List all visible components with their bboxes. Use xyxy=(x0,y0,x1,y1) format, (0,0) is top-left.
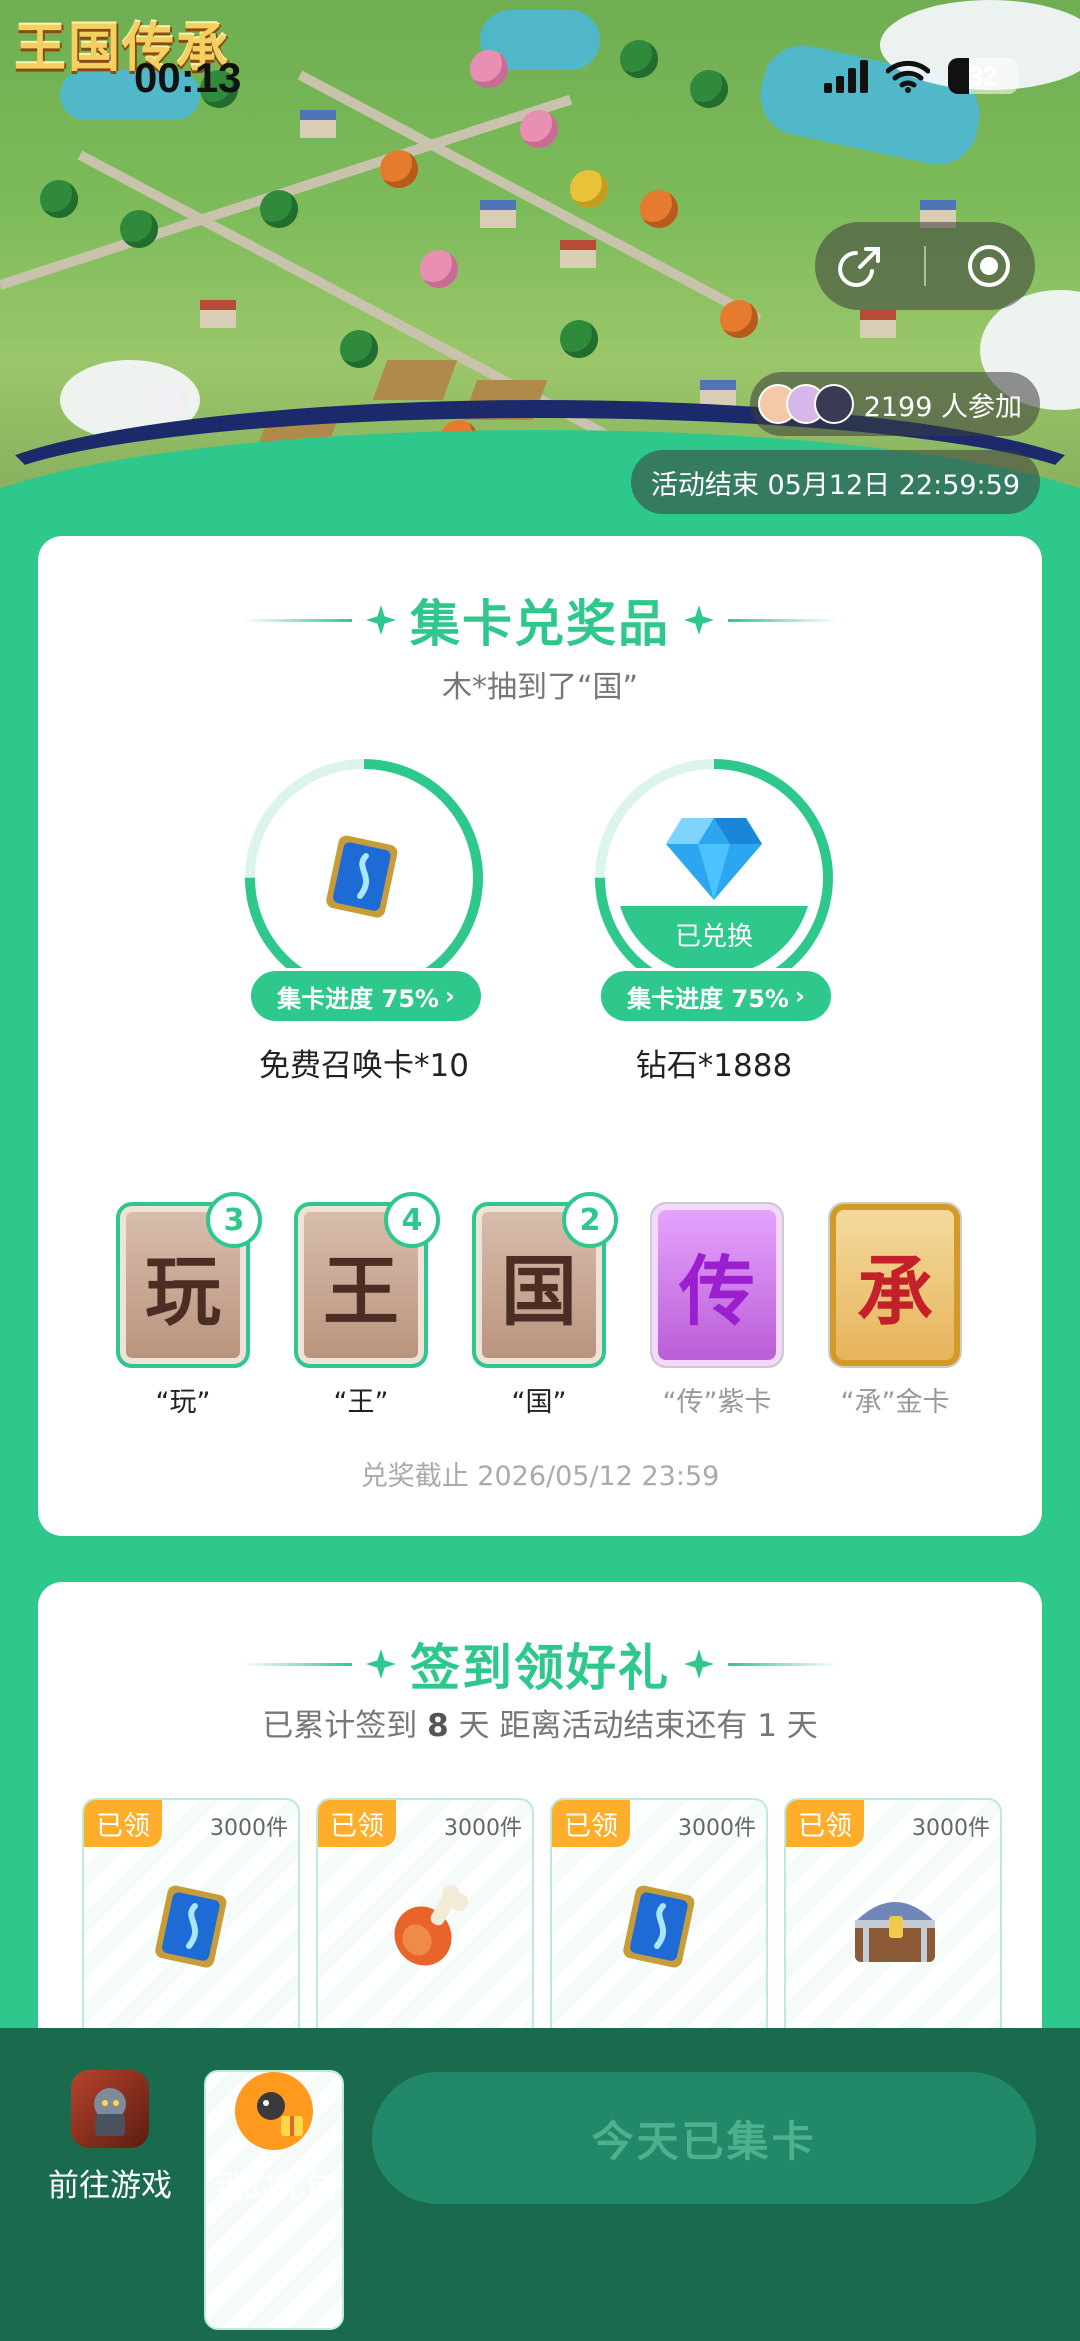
signal-icon xyxy=(824,59,868,93)
signin-gift-item[interactable]: 已领 3000件 xyxy=(82,1798,300,2058)
card-count-badge: 3 xyxy=(206,1192,262,1248)
letter-card-wan[interactable]: 玩 3 “玩” xyxy=(116,1192,262,1419)
letter-card-cheng[interactable]: 承 “承”金卡 xyxy=(828,1202,962,1419)
share-button[interactable] xyxy=(831,236,891,296)
signin-summary: 已累计签到 8 天 距离活动结束还有 1 天 xyxy=(0,1700,1080,1745)
collect-title: 集卡兑奖品 xyxy=(410,595,670,653)
my-gifts-button[interactable]: 我的礼包 xyxy=(204,2070,344,2330)
summon-card-icon xyxy=(326,835,398,918)
gift-quantity: 3000件 xyxy=(912,1816,990,1841)
collected-today-button[interactable]: 今天已集卡 xyxy=(372,2072,1036,2204)
prize-summon-card[interactable]: 集卡进度 75% › 免费召唤卡*10 xyxy=(234,758,494,1084)
summon-card-icon xyxy=(155,1885,227,1968)
collect-progress-button[interactable]: 集卡进度 75% › xyxy=(248,968,484,1024)
my-gifts-label: 我的礼包 xyxy=(212,2170,336,2206)
signin-gifts-row: 已领 3000件 已领 3000件 已领 3000件 已领 3000件 xyxy=(82,1798,1002,2058)
chevron-right-icon: › xyxy=(794,982,805,1010)
draw-ticker: 木*抽到了“国” xyxy=(441,670,639,705)
letter-card-wang[interactable]: 王 4 “王” xyxy=(294,1192,440,1419)
prize-name: 钻石*1888 xyxy=(635,1048,793,1084)
participants-count: 2199 人参加 xyxy=(863,391,1022,423)
battery-level: 32 xyxy=(968,60,998,91)
diamond-icon xyxy=(666,818,762,900)
signin-gift-item[interactable]: 已领 3000件 xyxy=(784,1798,1002,2058)
letter-cards-row: 玩 3 “玩” 王 4 “王” 国 2 “国” 传 “传”紫卡 承 “承”金卡 xyxy=(116,1192,962,1419)
close-miniapp-button[interactable] xyxy=(959,236,1019,296)
activity-end-time: 活动结束 05月12日 22:59:59 xyxy=(630,450,1040,514)
claimed-tag: 已领 xyxy=(84,1800,162,1847)
card-count-badge: 4 xyxy=(384,1192,440,1248)
sparkle-icon xyxy=(684,1649,714,1679)
wifi-icon xyxy=(886,60,930,93)
sparkle-icon xyxy=(366,1649,396,1679)
bottom-action-bar: 前往游戏 我的礼包 今天已集卡 xyxy=(0,2028,1080,2341)
signin-gift-item[interactable]: 已领 3000件 xyxy=(550,1798,768,2058)
claimed-tag: 已领 xyxy=(786,1800,864,1847)
go-to-game-button[interactable]: 前往游戏 xyxy=(40,2070,180,2205)
meat-icon xyxy=(394,1885,468,1966)
letter-label: “传”紫卡 xyxy=(662,1387,772,1418)
chevron-right-icon: › xyxy=(444,982,455,1010)
gift-quantity: 3000件 xyxy=(444,1816,522,1841)
letter-label: “国” xyxy=(511,1387,567,1418)
redeemed-overlay: 已兑换 xyxy=(616,906,812,976)
capsule-menu xyxy=(815,222,1035,310)
signin-suffix: 天 距离活动结束还有 1 天 xyxy=(458,1708,818,1744)
gift-bag-icon xyxy=(235,2072,313,2150)
letter-tile: 承 xyxy=(828,1202,962,1368)
go-to-game-label: 前往游戏 xyxy=(48,2168,172,2204)
signin-title: 签到领好礼 xyxy=(410,1639,670,1697)
status-time: 00:13 xyxy=(134,54,242,101)
letter-card-chuan[interactable]: 传 “传”紫卡 xyxy=(650,1202,784,1419)
claimed-tag: 已领 xyxy=(318,1800,396,1847)
game-app-icon xyxy=(71,2070,149,2148)
claimed-tag: 已领 xyxy=(552,1800,630,1847)
signin-days: 8 xyxy=(427,1708,449,1744)
signin-gift-item[interactable]: 已领 3000件 xyxy=(316,1798,534,2058)
share-icon xyxy=(838,247,881,287)
signin-title-row: 签到领好礼 xyxy=(38,1628,1042,1700)
prize-diamonds[interactable]: 已兑换 集卡进度 75% › 钻石*1888 xyxy=(584,758,844,1084)
letter-tile: 传 xyxy=(650,1202,784,1368)
letter-label: “王” xyxy=(333,1387,389,1418)
collect-cards-section: 集卡兑奖品 木*抽到了“国” 集卡进度 75% › 免费召唤卡*10 已兑换 集… xyxy=(38,536,1042,1536)
gift-quantity: 3000件 xyxy=(210,1816,288,1841)
redeem-deadline: 兑奖截止 2026/05/12 23:59 xyxy=(360,1461,720,1492)
progress-label: 集卡进度 75% xyxy=(627,984,789,1013)
summon-card-icon xyxy=(623,1885,695,1968)
sparkle-icon xyxy=(366,605,396,635)
collect-progress-button[interactable]: 集卡进度 75% › xyxy=(598,968,834,1024)
participant-avatars xyxy=(757,384,854,424)
status-icons: 32 xyxy=(824,58,1018,94)
letter-card-guo[interactable]: 国 2 “国” xyxy=(472,1192,618,1419)
letter-label: “承”金卡 xyxy=(840,1387,950,1418)
target-icon xyxy=(967,245,1010,287)
signin-prefix: 已累计签到 xyxy=(262,1708,418,1744)
letter-label: “玩” xyxy=(155,1387,211,1418)
prize-name: 免费召唤卡*10 xyxy=(259,1048,469,1084)
collect-title-row: 集卡兑奖品 xyxy=(38,584,1042,656)
hero-banner: 王国传承 00:13 32 2199 人参加 活动结束 05月12日 22:59… xyxy=(0,0,1080,600)
battery-icon: 32 xyxy=(948,58,1018,94)
treasure-chest-icon xyxy=(855,1902,935,1962)
sparkle-icon xyxy=(684,605,714,635)
participants-badge: 2199 人参加 xyxy=(749,372,1040,436)
progress-label: 集卡进度 75% xyxy=(277,984,439,1013)
gift-quantity: 3000件 xyxy=(678,1816,756,1841)
card-count-badge: 2 xyxy=(562,1192,618,1248)
